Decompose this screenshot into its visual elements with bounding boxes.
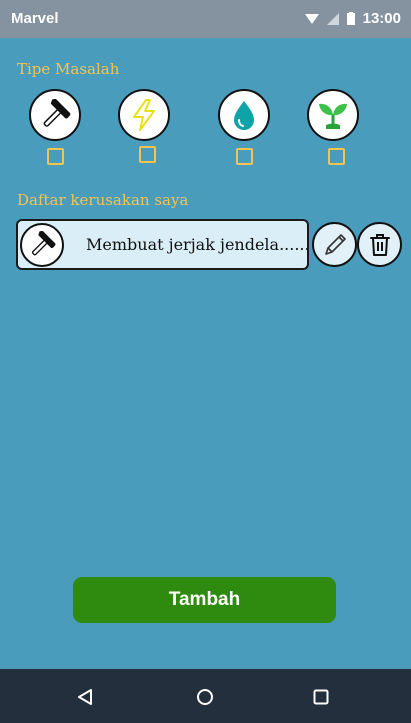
hammer-icon [31, 231, 56, 256]
type-electric-checkbox[interactable] [139, 146, 156, 163]
add-button[interactable]: Tambah [73, 577, 336, 623]
recents-icon [313, 689, 329, 705]
delete-button[interactable] [357, 222, 402, 267]
water-drop-icon [234, 101, 254, 130]
lightning-icon [133, 99, 155, 131]
wifi-icon [304, 13, 319, 24]
back-button[interactable] [74, 686, 96, 708]
status-icons: 13:00 [304, 10, 401, 27]
trash-icon [369, 233, 390, 256]
back-icon [78, 689, 92, 705]
status-bar: Marvel 13:00 [0, 0, 411, 38]
status-time: 13:00 [362, 10, 401, 27]
edit-button[interactable] [312, 222, 357, 267]
battery-icon [346, 12, 355, 25]
recents-button[interactable] [310, 686, 332, 708]
issue-type-icon [20, 223, 64, 267]
problem-type-title: Tipe Masalah [17, 60, 120, 78]
type-garden-checkbox[interactable] [328, 148, 345, 165]
carrier-label: Marvel [11, 10, 59, 27]
type-electric-button[interactable] [118, 89, 170, 141]
type-garden-button[interactable] [307, 89, 359, 141]
damage-item-text: Membuat jerjak jendela...... [86, 235, 308, 254]
type-hammer-button[interactable] [29, 89, 81, 141]
navigation-bar [0, 669, 411, 723]
plant-sprout-icon [319, 103, 347, 129]
hammer-icon [43, 99, 71, 127]
signal-icon [326, 12, 339, 25]
pencil-icon [324, 233, 346, 255]
damage-list-title: Daftar kerusakan saya [17, 191, 189, 209]
type-water-checkbox[interactable] [236, 148, 253, 165]
type-water-button[interactable] [218, 89, 270, 141]
home-icon [197, 689, 213, 705]
home-button[interactable] [194, 686, 216, 708]
damage-list-item[interactable]: Membuat jerjak jendela...... [16, 219, 309, 270]
type-hammer-checkbox[interactable] [47, 148, 64, 165]
